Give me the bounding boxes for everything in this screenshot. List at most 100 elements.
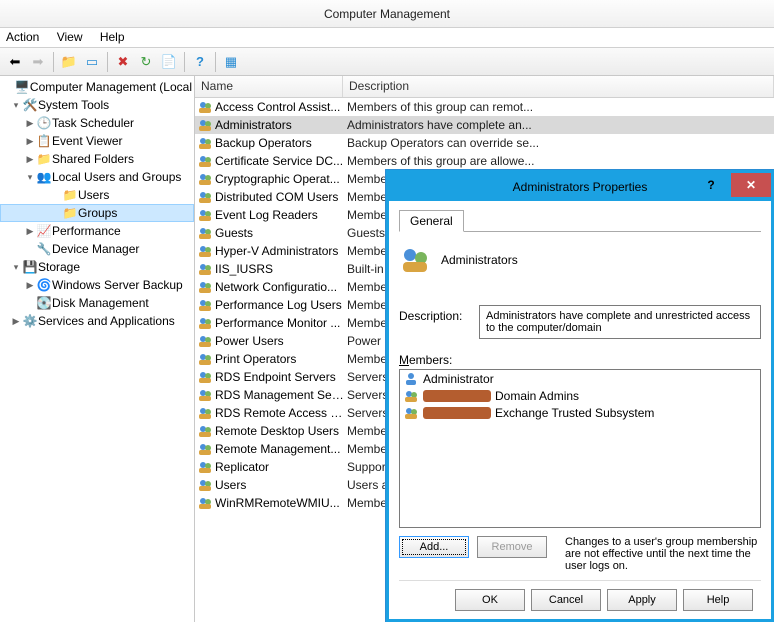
row-name: Performance Log Users: [215, 298, 345, 312]
tree-pane[interactable]: ▷🖥️ Computer Management (Local ▾🛠️ Syste…: [0, 76, 195, 622]
description-field[interactable]: Administrators have complete and unrestr…: [479, 305, 761, 339]
mmc-icon: 🖥️: [14, 80, 30, 94]
list-row[interactable]: Access Control Assist...Members of this …: [195, 98, 774, 116]
dialog-close-button[interactable]: ✕: [731, 173, 771, 197]
list-row[interactable]: AdministratorsAdministrators have comple…: [195, 116, 774, 134]
row-name: Print Operators: [215, 352, 345, 366]
group-icon: [197, 387, 213, 403]
delete-button[interactable]: ✖: [112, 51, 134, 73]
tree-storage[interactable]: ▾💾 Storage: [0, 258, 194, 276]
tree-event-viewer[interactable]: ▶📋 Event Viewer: [0, 132, 194, 150]
group-icon: [197, 315, 213, 331]
row-name: Distributed COM Users: [215, 190, 345, 204]
tree-groups[interactable]: ▷📁 Groups: [0, 204, 194, 222]
dialog-title: Administrators Properties: [513, 180, 648, 194]
tree-disk-management[interactable]: ▷💽 Disk Management: [0, 294, 194, 312]
tree-device-manager[interactable]: ▷🔧 Device Manager: [0, 240, 194, 258]
member-name: Administrator: [423, 372, 494, 386]
row-name: Administrators: [215, 118, 345, 132]
tile-button[interactable]: ▦: [220, 51, 242, 73]
list-header: Name Description: [195, 76, 774, 98]
row-name: Remote Management...: [215, 442, 345, 456]
list-row[interactable]: Backup OperatorsBackup Operators can ove…: [195, 134, 774, 152]
group-icon: [197, 153, 213, 169]
member-row[interactable]: Domain Admins: [400, 387, 760, 404]
tree-services-apps[interactable]: ▶⚙️ Services and Applications: [0, 312, 194, 330]
close-icon: ✕: [746, 178, 756, 192]
group-icon: [197, 333, 213, 349]
row-name: Event Log Readers: [215, 208, 345, 222]
menu-action[interactable]: Action: [6, 30, 39, 44]
group-icon: [197, 405, 213, 421]
row-name: Guests: [215, 226, 345, 240]
tree-task-scheduler[interactable]: ▶🕒 Task Scheduler: [0, 114, 194, 132]
row-name: Network Configuratio...: [215, 280, 345, 294]
group-icon: [197, 369, 213, 385]
folder-icon: 📁: [61, 54, 77, 70]
forward-button[interactable]: ➡: [27, 51, 49, 73]
ok-button[interactable]: OK: [455, 589, 525, 611]
group-icon: [197, 297, 213, 313]
row-name: Power Users: [215, 334, 345, 348]
new-button[interactable]: 📁: [58, 51, 80, 73]
col-description[interactable]: Description: [343, 76, 774, 97]
menu-help[interactable]: Help: [100, 30, 125, 44]
member-row[interactable]: Exchange Trusted Subsystem: [400, 404, 760, 421]
toolbar: ⬅ ➡ 📁 ▭ ✖ ↻ 📄 ? ▦: [0, 48, 774, 76]
window-title: Computer Management: [0, 0, 774, 28]
members-label: Members:: [399, 353, 761, 367]
row-desc: Backup Operators can override se...: [345, 136, 774, 150]
show-hide-button[interactable]: ▭: [81, 51, 103, 73]
export-icon: 📄: [161, 54, 177, 70]
forward-arrow-icon: ➡: [33, 54, 44, 70]
group-icon: [197, 477, 213, 493]
row-name: Backup Operators: [215, 136, 345, 150]
tree-local-users-groups[interactable]: ▾👥 Local Users and Groups: [0, 168, 194, 186]
dialog-help-button[interactable]: ?: [691, 173, 731, 197]
group-icon: [197, 441, 213, 457]
refresh-button[interactable]: ↻: [135, 51, 157, 73]
group-icon: [197, 243, 213, 259]
dialog-titlebar[interactable]: Administrators Properties ? ✕: [389, 173, 771, 201]
col-name[interactable]: Name: [195, 76, 343, 97]
tile-icon: ▦: [225, 54, 237, 70]
question-icon: ?: [707, 178, 714, 192]
window-icon: ▭: [86, 54, 98, 70]
list-row[interactable]: Certificate Service DC...Members of this…: [195, 152, 774, 170]
row-name: Performance Monitor ...: [215, 316, 345, 330]
back-button[interactable]: ⬅: [4, 51, 26, 73]
backup-icon: 🌀: [36, 278, 52, 292]
group-icon: [197, 495, 213, 511]
export-button[interactable]: 📄: [158, 51, 180, 73]
clock-icon: 🕒: [36, 116, 52, 130]
group-large-icon: [399, 244, 431, 276]
cancel-button[interactable]: Cancel: [531, 589, 601, 611]
tree-system-tools[interactable]: ▾🛠️ System Tools: [0, 96, 194, 114]
tab-general[interactable]: General: [399, 210, 464, 232]
tree-windows-server-backup[interactable]: ▶🌀 Windows Server Backup: [0, 276, 194, 294]
menu-view[interactable]: View: [57, 30, 83, 44]
tree-shared-folders[interactable]: ▶📁 Shared Folders: [0, 150, 194, 168]
group-icon: [403, 388, 419, 404]
member-row[interactable]: Administrator: [400, 370, 760, 387]
delete-icon: ✖: [118, 54, 129, 70]
tree-root[interactable]: ▷🖥️ Computer Management (Local: [0, 78, 194, 96]
group-icon: [197, 459, 213, 475]
share-icon: 📁: [36, 152, 52, 166]
apply-button[interactable]: Apply: [607, 589, 677, 611]
row-name: Users: [215, 478, 345, 492]
dialog-help-footer-button[interactable]: Help: [683, 589, 753, 611]
tree-performance[interactable]: ▶📈 Performance: [0, 222, 194, 240]
help-icon: ?: [196, 54, 204, 69]
row-name: WinRMRemoteWMIU...: [215, 496, 345, 510]
help-button[interactable]: ?: [189, 51, 211, 73]
refresh-icon: ↻: [141, 54, 152, 70]
services-icon: ⚙️: [22, 314, 38, 328]
back-arrow-icon: ⬅: [10, 54, 21, 70]
members-list[interactable]: AdministratorDomain AdminsExchange Trust…: [399, 369, 761, 528]
remove-button[interactable]: Remove: [477, 536, 547, 558]
add-button[interactable]: Add...: [399, 536, 469, 558]
row-desc: Administrators have complete an...: [345, 118, 774, 132]
tree-users[interactable]: ▷📁 Users: [0, 186, 194, 204]
row-name: RDS Endpoint Servers: [215, 370, 345, 384]
